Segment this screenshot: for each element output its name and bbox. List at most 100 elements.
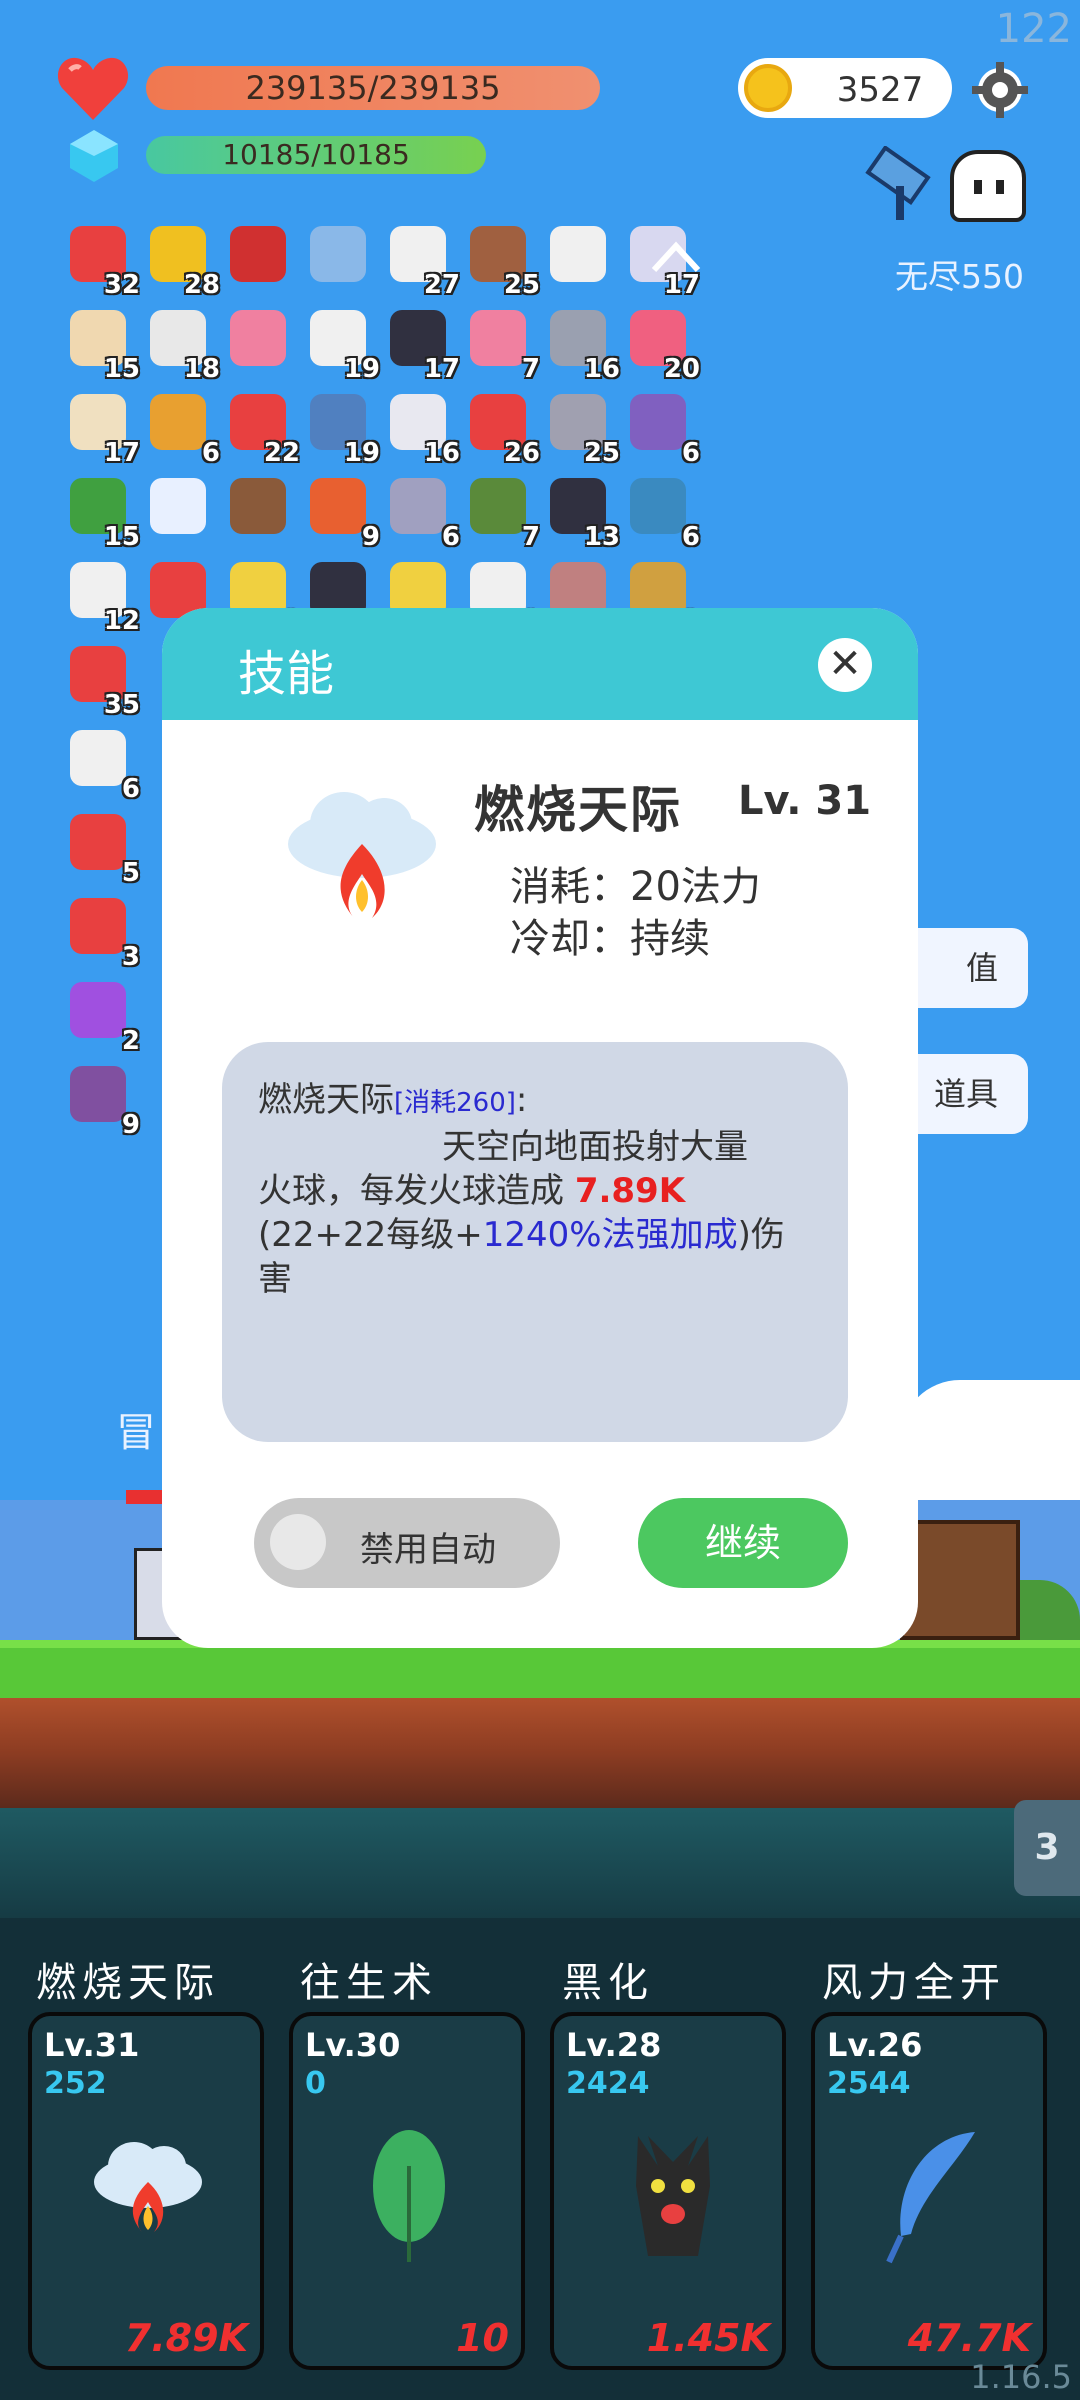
side-tab[interactable]: 3 xyxy=(1014,1800,1080,1896)
item-slot[interactable]: 18 xyxy=(144,306,220,384)
ghost-icon[interactable] xyxy=(950,150,1026,222)
item-slot[interactable]: 17 xyxy=(384,306,460,384)
grass-ground xyxy=(0,1640,1080,1698)
item-slot[interactable]: 26 xyxy=(464,390,540,468)
item-slot[interactable]: 7 xyxy=(464,474,540,552)
item-slot[interactable]: 6 xyxy=(384,474,460,552)
item-icon xyxy=(630,478,686,534)
desc-line: )伤 xyxy=(737,1215,785,1255)
skill-damage: 10 xyxy=(456,2316,509,2360)
skill-damage: 7.89K xyxy=(124,2316,248,2360)
item-slot[interactable] xyxy=(224,306,296,378)
item-slot[interactable]: 7 xyxy=(464,306,540,384)
item-slot[interactable]: 9 xyxy=(64,1062,140,1140)
item-count: 20 xyxy=(663,354,700,384)
item-count: 16 xyxy=(583,354,620,384)
dialog-title: 技能 xyxy=(238,646,335,702)
skill-stat: 2544 xyxy=(827,2066,911,2101)
wooden-crate xyxy=(900,1520,1020,1640)
item-slot[interactable]: 6 xyxy=(624,474,700,552)
item-count: 16 xyxy=(423,438,460,468)
item-count: 6 xyxy=(441,522,460,552)
skill-stat: 2424 xyxy=(566,2066,650,2101)
item-slot[interactable]: 22 xyxy=(224,390,300,468)
item-slot[interactable]: 6 xyxy=(624,390,700,468)
item-slot[interactable]: 15 xyxy=(64,474,140,552)
item-count: 25 xyxy=(583,438,620,468)
item-slot[interactable]: 2 xyxy=(64,978,140,1056)
continue-button[interactable]: 继续 xyxy=(638,1498,848,1588)
fire-cloud-icon xyxy=(88,2136,208,2250)
item-count: 17 xyxy=(423,354,460,384)
item-slot[interactable]: 5 xyxy=(64,810,140,888)
dirt-layer xyxy=(0,1698,1080,1808)
item-slot[interactable] xyxy=(144,474,216,546)
item-count: 9 xyxy=(361,522,380,552)
item-slot[interactable]: 27 xyxy=(384,222,460,300)
item-count: 6 xyxy=(121,774,140,804)
item-count: 6 xyxy=(681,522,700,552)
feather-icon xyxy=(875,2126,995,2270)
item-slot[interactable]: 19 xyxy=(304,306,380,384)
item-slot[interactable]: 16 xyxy=(544,306,620,384)
item-slot[interactable]: 19 xyxy=(304,390,380,468)
item-icon xyxy=(150,478,206,534)
item-slot[interactable]: 3 xyxy=(64,894,140,972)
item-icon xyxy=(470,310,526,366)
item-count: 5 xyxy=(121,858,140,888)
chevron-up-icon[interactable] xyxy=(650,236,702,276)
item-slot[interactable]: 25 xyxy=(544,390,620,468)
item-slot[interactable] xyxy=(224,474,296,546)
desc-line: 火球，每发火球造成 xyxy=(258,1171,575,1211)
item-slot[interactable]: 6 xyxy=(64,726,140,804)
item-slot[interactable]: 13 xyxy=(544,474,620,552)
item-slot[interactable] xyxy=(224,222,296,294)
item-icon xyxy=(390,478,446,534)
item-slot[interactable]: 12 xyxy=(64,558,140,636)
item-count: 13 xyxy=(583,522,620,552)
item-icon xyxy=(630,394,686,450)
item-slot[interactable]: 9 xyxy=(304,474,380,552)
item-icon xyxy=(550,226,606,282)
item-slot[interactable]: 16 xyxy=(384,390,460,468)
leaf-icon xyxy=(369,2126,449,2270)
hp-bar: 239135/239135 xyxy=(146,66,600,110)
item-icon xyxy=(70,730,126,786)
item-icon xyxy=(230,478,286,534)
skill-name: 往生术 xyxy=(300,1960,438,2006)
item-slot[interactable] xyxy=(544,222,616,294)
item-icon xyxy=(70,1066,126,1122)
gear-icon[interactable] xyxy=(968,58,1032,122)
item-count: 2 xyxy=(121,1026,140,1056)
item-slot[interactable] xyxy=(304,222,376,294)
item-slot[interactable]: 6 xyxy=(144,390,220,468)
hammer-icon[interactable] xyxy=(862,145,940,224)
item-slot[interactable]: 17 xyxy=(64,390,140,468)
item-slot[interactable]: 25 xyxy=(464,222,540,300)
desc-cost-tag: [消耗260] xyxy=(394,1088,516,1118)
close-icon: ✕ xyxy=(828,641,862,687)
desc-line: 害 xyxy=(258,1259,292,1299)
desc-colon: : xyxy=(515,1080,528,1120)
item-count: 32 xyxy=(103,270,140,300)
skill-cooldown: 冷却：持续 xyxy=(510,916,710,962)
skill-level: Lv.31 xyxy=(44,2026,140,2064)
close-button[interactable]: ✕ xyxy=(818,638,872,692)
item-count: 35 xyxy=(103,690,140,720)
item-icon xyxy=(150,394,206,450)
item-slot[interactable]: 15 xyxy=(64,306,140,384)
item-slot[interactable]: 32 xyxy=(64,222,140,300)
desc-line: 天空向地面投射大量 xyxy=(442,1127,748,1167)
item-slot[interactable]: 20 xyxy=(624,306,700,384)
toggle-knob[interactable] xyxy=(270,1514,326,1570)
skill-card[interactable]: Lv.26 2544 47.7K xyxy=(811,2012,1047,2370)
mana-crystal-icon xyxy=(66,128,122,184)
skill-card[interactable]: Lv.31 252 7.89K xyxy=(28,2012,264,2370)
skill-card[interactable]: Lv.30 0 10 xyxy=(289,2012,525,2370)
item-slot[interactable]: 28 xyxy=(144,222,220,300)
item-slot[interactable]: 35 xyxy=(64,642,140,720)
skill-dialog: 技能 ✕ 燃烧天际 Lv. 31 消耗：20法力 冷却：持续 燃烧天际[消耗26… xyxy=(162,608,918,1648)
item-count: 12 xyxy=(103,606,140,636)
item-count: 25 xyxy=(503,270,540,300)
skill-card[interactable]: Lv.28 2424 1.45K xyxy=(550,2012,786,2370)
